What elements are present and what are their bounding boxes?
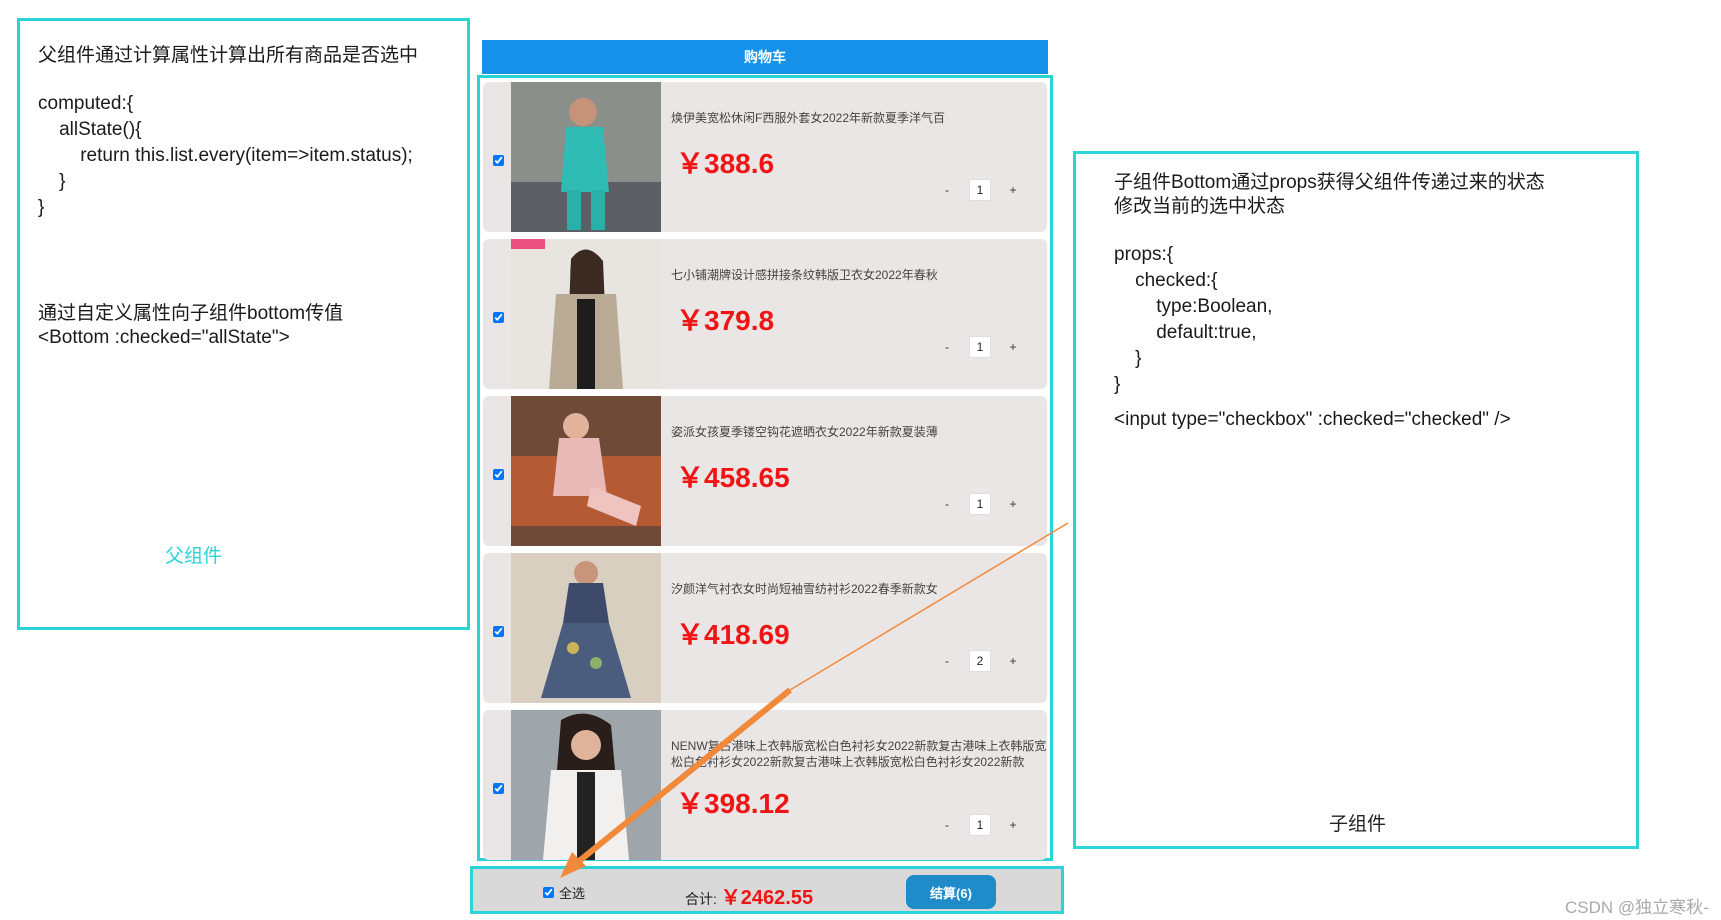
product-price: ￥379.8 — [676, 305, 775, 336]
cart-header: 购物车 — [482, 40, 1048, 74]
cart-footer: 全选 合计: ￥2462.55 结算(6) — [470, 866, 1064, 914]
parent-note: 通过自定义属性向子组件bottom传值 — [38, 303, 344, 324]
total-amount: ￥2462.55 — [720, 887, 814, 909]
product-price: ￥458.65 — [676, 462, 790, 493]
product-title: 七小铺潮牌设计感拼接条纹韩版卫衣女2022年春秋 — [671, 268, 938, 282]
product-image — [511, 710, 661, 860]
quantity-stepper: - 1 + — [935, 493, 1045, 515]
cart-item: 姿派女孩夏季镂空钩花遮晒衣女2022年新款夏装薄 ￥458.65 - 1 + — [483, 396, 1047, 546]
child-props-code: props:{ checked:{ type:Boolean, default:… — [1114, 244, 1273, 395]
cart-title: 购物车 — [744, 49, 786, 65]
child-heading-1: 子组件Bottom通过props获得父组件传递过来的状态 — [1114, 172, 1545, 193]
product-title: NENW复古港味上衣韩版宽松白色衬衫女2022新款复古港味上衣韩版宽松白色衬衫女… — [671, 739, 1047, 769]
decrease-button[interactable]: - — [935, 340, 959, 354]
quantity-value[interactable]: 1 — [969, 493, 991, 515]
quantity-value[interactable]: 1 — [969, 814, 991, 836]
quantity-value[interactable]: 1 — [969, 179, 991, 201]
quantity-stepper: - 1 + — [935, 336, 1045, 358]
decrease-button[interactable]: - — [935, 654, 959, 668]
parent-caption: 父组件 — [165, 546, 223, 567]
parent-component-panel: 父组件通过计算属性计算出所有商品是否选中 computed:{ allState… — [17, 18, 470, 630]
item-checkbox[interactable] — [493, 312, 504, 323]
quantity-value[interactable]: 2 — [969, 650, 991, 672]
total-label: 合计: — [685, 891, 717, 907]
watermark: CSDN @独立寒秋- — [1565, 898, 1709, 917]
product-image — [511, 553, 661, 703]
quantity-value[interactable]: 1 — [969, 336, 991, 358]
cart-item: 七小铺潮牌设计感拼接条纹韩版卫衣女2022年春秋 ￥379.8 - 1 + — [483, 239, 1047, 389]
item-checkbox[interactable] — [493, 783, 504, 794]
cart-total: 合计: ￥2462.55 — [685, 881, 813, 910]
product-title: 姿派女孩夏季镂空钩花遮晒衣女2022年新款夏装薄 — [671, 425, 938, 439]
parent-heading: 父组件通过计算属性计算出所有商品是否选中 — [38, 45, 419, 66]
decrease-button[interactable]: - — [935, 818, 959, 832]
select-all[interactable]: 全选 — [539, 883, 585, 902]
quantity-stepper: - 1 + — [935, 814, 1045, 836]
cart-item: NENW复古港味上衣韩版宽松白色衬衫女2022新款复古港味上衣韩版宽松白色衬衫女… — [483, 710, 1047, 860]
decrease-button[interactable]: - — [935, 183, 959, 197]
cart-item: 汐颜洋气衬衣女时尚短袖雪纺衬衫2022春季新款女 ￥418.69 - 2 + — [483, 553, 1047, 703]
item-checkbox[interactable] — [493, 155, 504, 166]
increase-button[interactable]: + — [1001, 818, 1025, 832]
quantity-stepper: - 1 + — [935, 179, 1045, 201]
cart-item: 焕伊美宽松休闲F西服外套女2022年新款夏季洋气百 ￥388.6 - 1 + — [483, 82, 1047, 232]
child-caption: 子组件 — [1329, 814, 1387, 835]
parent-computed-code: computed:{ allState(){ return this.list.… — [38, 93, 413, 218]
checkout-button[interactable]: 结算(6) — [906, 875, 996, 909]
increase-button[interactable]: + — [1001, 183, 1025, 197]
parent-binding-code: <Bottom :checked="allState"> — [38, 327, 290, 348]
product-price: ￥388.6 — [676, 148, 775, 179]
child-input-code: <input type="checkbox" :checked="checked… — [1114, 409, 1511, 430]
product-title: 汐颜洋气衬衣女时尚短袖雪纺衬衫2022春季新款女 — [671, 582, 938, 596]
decrease-button[interactable]: - — [935, 497, 959, 511]
product-price: ￥398.12 — [676, 788, 790, 819]
product-title: 焕伊美宽松休闲F西服外套女2022年新款夏季洋气百 — [671, 111, 946, 125]
quantity-stepper: - 2 + — [935, 650, 1045, 672]
child-component-panel: 子组件Bottom通过props获得父组件传递过来的状态 修改当前的选中状态 p… — [1073, 151, 1639, 849]
product-image — [511, 396, 661, 546]
select-all-checkbox[interactable] — [543, 887, 554, 898]
item-checkbox[interactable] — [493, 469, 504, 480]
select-all-label: 全选 — [559, 886, 586, 901]
increase-button[interactable]: + — [1001, 497, 1025, 511]
increase-button[interactable]: + — [1001, 340, 1025, 354]
child-heading-2: 修改当前的选中状态 — [1114, 196, 1286, 217]
increase-button[interactable]: + — [1001, 654, 1025, 668]
product-image — [511, 82, 661, 232]
product-price: ￥418.69 — [676, 619, 790, 650]
item-checkbox[interactable] — [493, 626, 504, 637]
product-image — [511, 239, 661, 389]
